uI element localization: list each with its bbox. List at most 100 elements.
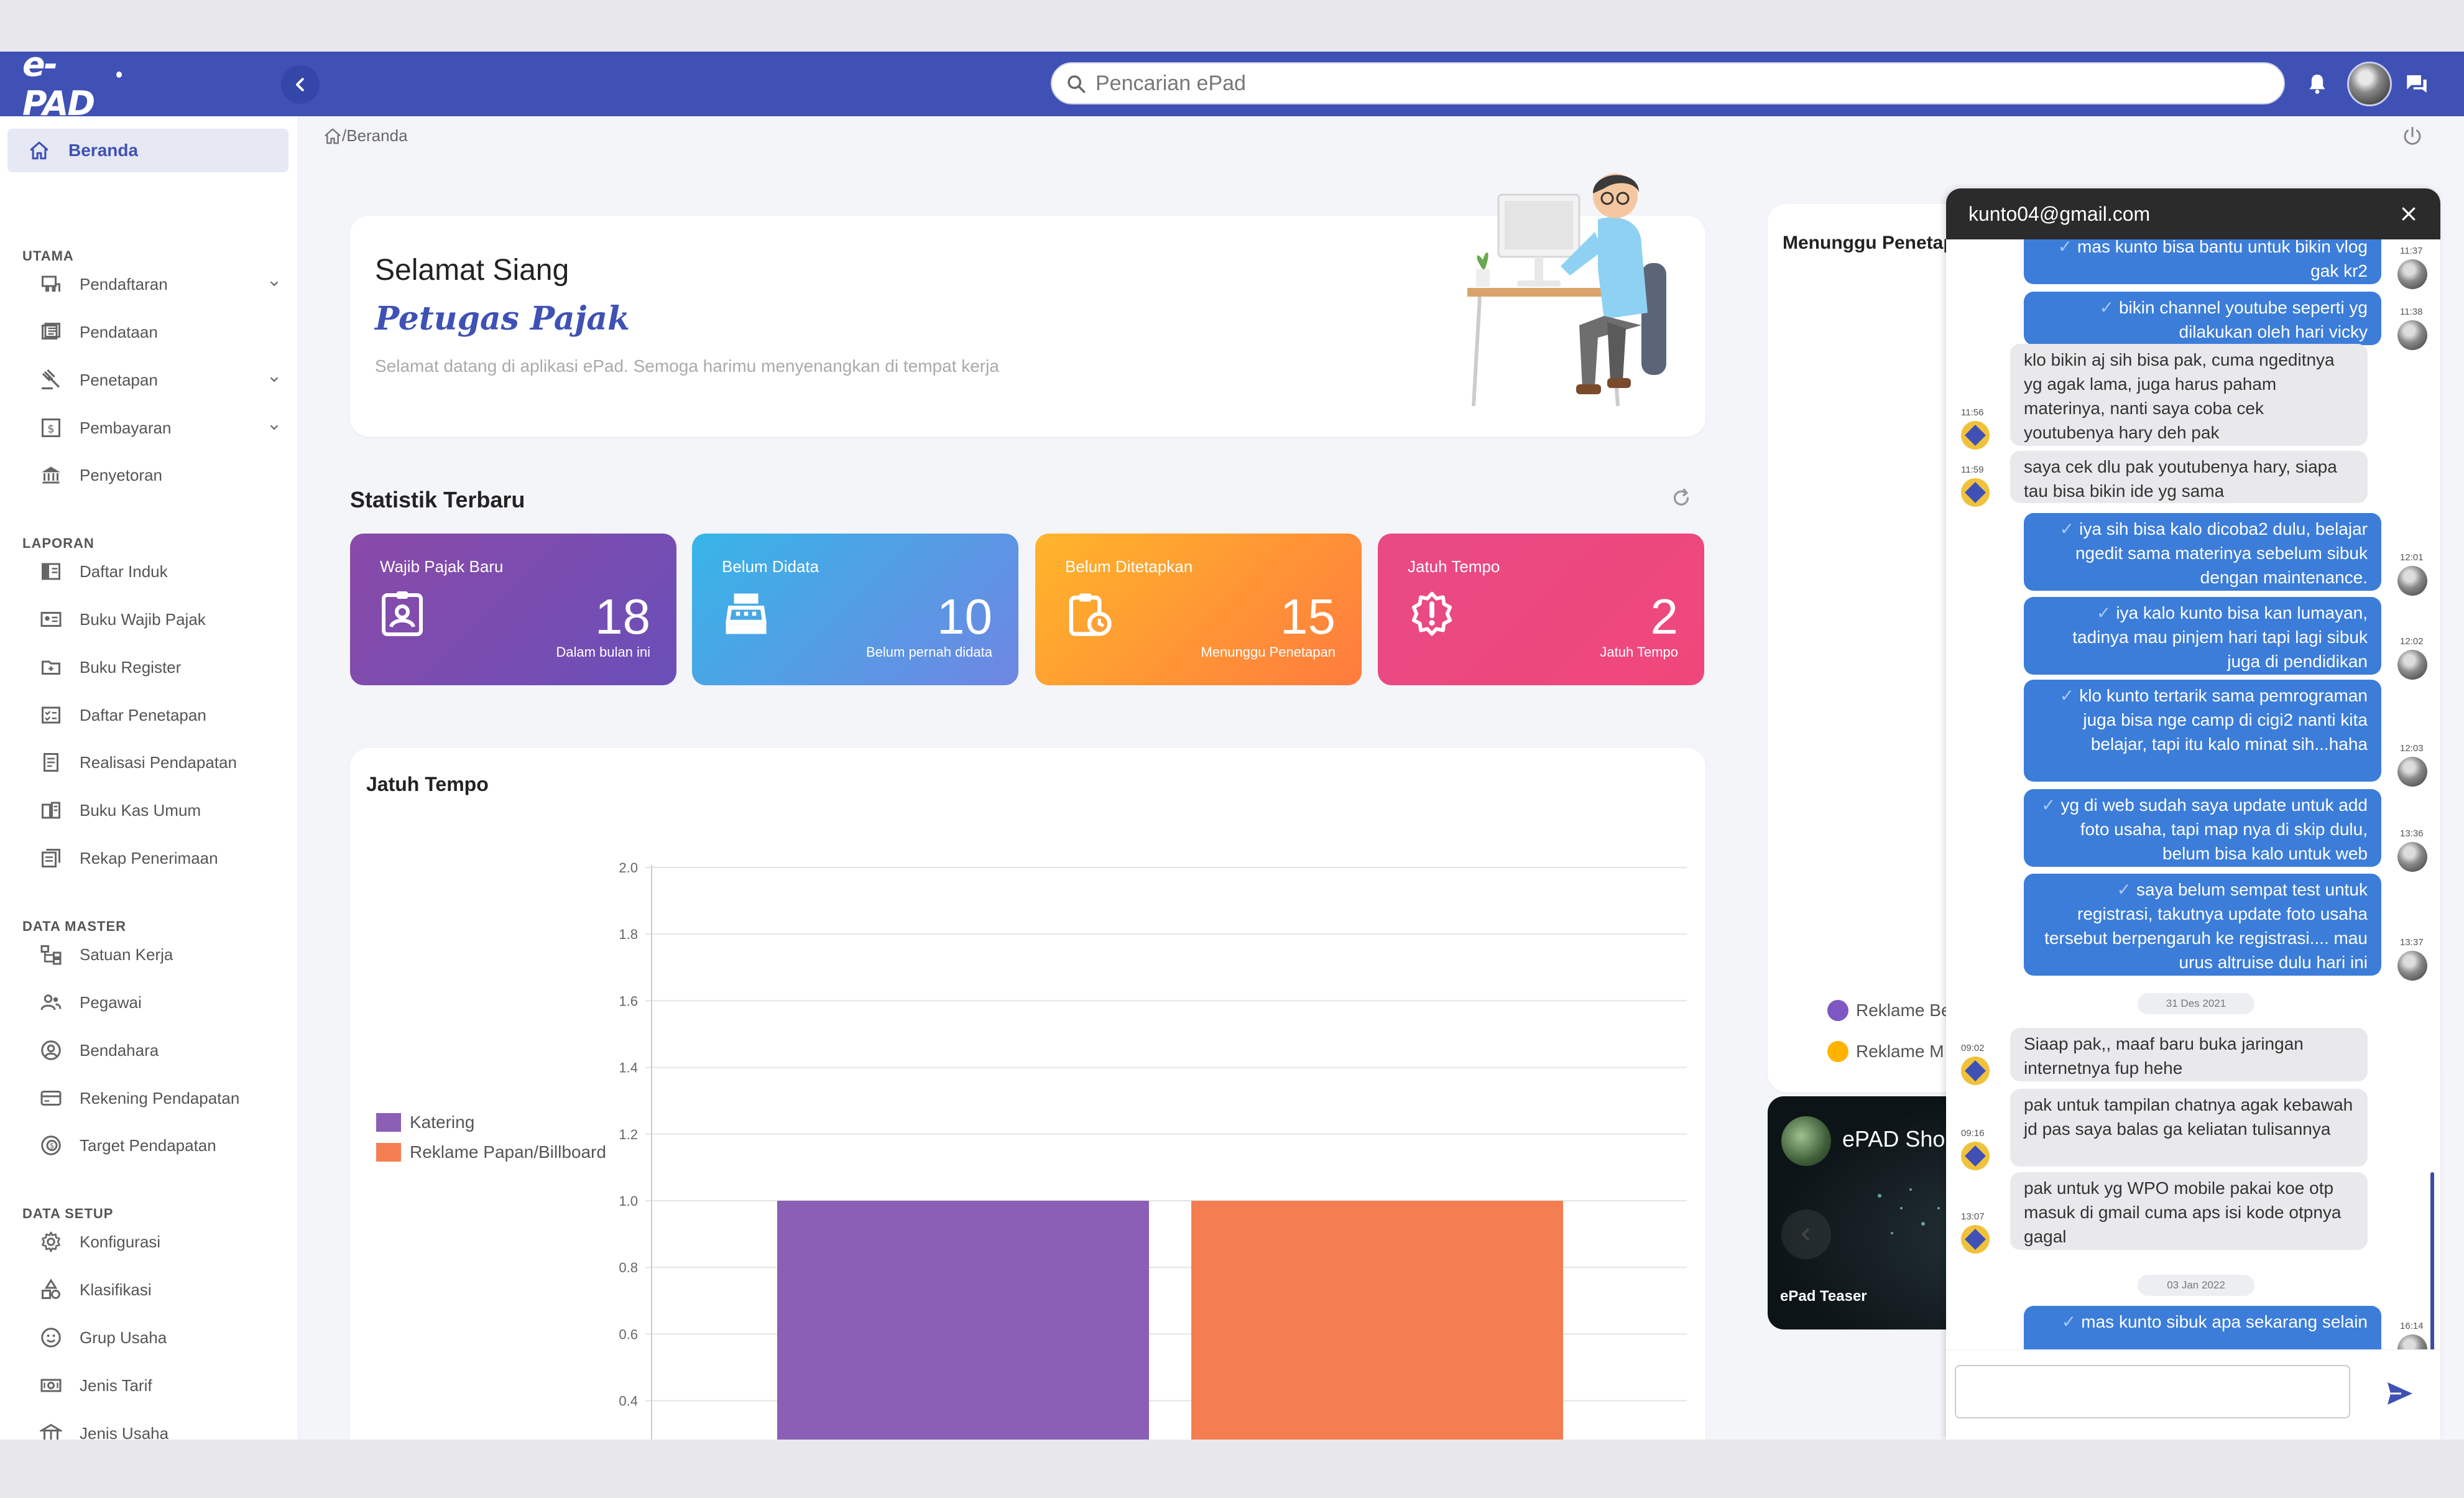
sidebar-item-label: Pegawai — [80, 992, 142, 1012]
id-card-icon — [40, 612, 62, 627]
contact-avatar — [1961, 1225, 1990, 1254]
chat-message-input[interactable] — [1955, 1365, 2350, 1418]
bar[interactable] — [1191, 1201, 1563, 1440]
bar[interactable] — [777, 1201, 1149, 1440]
incoming-message[interactable]: pak untuk tampilan chatnya agak kebawah … — [2010, 1089, 2368, 1167]
topbar: e-PAD — [0, 52, 2464, 123]
chevron-down-icon — [270, 377, 279, 382]
chevron-left-icon — [296, 78, 304, 91]
epad-logo[interactable]: e-PAD — [22, 52, 122, 123]
sidebar-item-jenis-tarif[interactable]: Jenis Tarif — [37, 1369, 286, 1402]
sidebar-item-penyetoran[interactable]: Penyetoran — [37, 459, 286, 491]
sidebar-item-rekening-pendapatan[interactable]: Rekening Pendapatan — [37, 1082, 286, 1114]
y-tick-label: 1.8 — [619, 927, 638, 942]
id-badge-icon — [382, 591, 423, 636]
jatuh-tempo-chart-card: Jatuh Tempo 0.2 0.4 0.6 0.8 1.0 1.2 1.4 1.6 1.8 2… — [350, 748, 1705, 1440]
sidebar-item-buku-wajib-pajak[interactable]: Buku Wajib Pajak — [37, 603, 286, 636]
incoming-message[interactable]: pak untuk yg WPO mobile pakai koe otp ma… — [2010, 1172, 2368, 1250]
stat-title: Jatuh Tempo — [1408, 557, 1500, 576]
sidebar-item-realisasi-pendapatan[interactable]: Realisasi Pendapatan — [37, 746, 286, 779]
search-input[interactable] — [1096, 71, 2284, 96]
building-icon — [40, 1423, 62, 1440]
sidebar-item-klasifikasi[interactable]: Klasifikasi — [37, 1274, 286, 1306]
outgoing-message[interactable]: ✓ iya sih bisa kalo dicoba2 dulu, belajar… — [2024, 513, 2381, 591]
y-tick-label: 0.4 — [619, 1394, 638, 1409]
outgoing-message[interactable]: ✓ saya belum sempat test untuk registrasi… — [2024, 874, 2381, 976]
sidebar-collapse-button[interactable] — [281, 65, 320, 104]
outgoing-message[interactable]: ✓ yg di web sudah saya update untuk add f… — [2024, 789, 2381, 867]
refresh-button[interactable] — [1670, 487, 1692, 512]
search-bar[interactable] — [1051, 62, 2285, 104]
chat-scrollbar[interactable] — [2430, 1172, 2434, 1349]
sidebar-item-beranda[interactable]: Beranda — [7, 129, 288, 172]
sidebar-item-label: Jenis Tarif — [80, 1375, 152, 1395]
sidebar-item-jenis-usaha[interactable]: Jenis Usaha — [37, 1417, 286, 1440]
legend-swatch — [376, 1143, 401, 1162]
sidebar-item-buku-register[interactable]: Buku Register — [37, 651, 286, 683]
message-time: 12:03 — [2400, 743, 2424, 754]
legend-item[interactable]: Reklame Be — [1827, 1000, 1951, 1021]
sidebar-item-label: Penyetoran — [80, 465, 162, 484]
outgoing-message[interactable]: ✓ klo kunto tertarik sama pemrograman jug… — [2024, 680, 2381, 782]
sidebar-item-grup-usaha[interactable]: Grup Usaha — [37, 1321, 286, 1354]
stat-card-belum-didata[interactable]: Belum Didata 10 Belum pernah didata — [692, 534, 1018, 685]
sidebar-item-satuan-kerja[interactable]: Satuan Kerja — [37, 938, 286, 971]
sender-avatar — [2397, 566, 2427, 596]
message-text: pak untuk tampilan chatnya agak kebawah … — [2024, 1095, 2353, 1139]
sidebar-item-pendaftaran[interactable]: Pendaftaran — [37, 268, 286, 300]
sidebar-item-pembayaran[interactable]: $ Pembayaran — [37, 412, 286, 444]
sidebar-item-buku-kas-umum[interactable]: Buku Kas Umum — [37, 794, 286, 826]
stat-card-jatuh-tempo[interactable]: Jatuh Tempo 2 Jatuh Tempo — [1378, 534, 1704, 685]
app-window: e-PAD Beranda UTAMA Pendaftaran — [0, 52, 2464, 1440]
outgoing-message[interactable]: ✓ mas kunto bisa bantu untuk bikin vlog g… — [2024, 239, 2381, 284]
sender-avatar — [2397, 951, 2427, 981]
sidebar-item-target-pendapatan[interactable]: $ Target Pendapatan — [37, 1129, 286, 1162]
message-time: 13:07 — [1961, 1211, 1985, 1222]
legend-label[interactable]: Reklame Papan/Billboard — [410, 1142, 606, 1162]
sidebar-item-penetapan[interactable]: Penetapan — [37, 364, 286, 396]
stat-card-wajib-pajak-baru[interactable]: Wajib Pajak Baru 18 Dalam bulan ini — [350, 534, 676, 685]
breadcrumb-current[interactable]: /Beranda — [342, 126, 408, 146]
sidebar-item-bendahara[interactable]: Bendahara — [37, 1034, 286, 1066]
chat-toggle-button[interactable] — [2397, 64, 2437, 104]
legend-label[interactable]: Katering — [410, 1112, 474, 1132]
logout-button[interactable] — [2401, 125, 2424, 150]
message-time: 09:02 — [1961, 1043, 1985, 1053]
outgoing-message[interactable]: ✓ bikin channel youtube seperti yg dilaku… — [2024, 292, 2381, 345]
gavel-icon — [41, 369, 60, 390]
incoming-message[interactable]: klo bikin aj sih bisa pak, cuma ngeditny… — [2010, 344, 2368, 446]
home-icon[interactable] — [323, 127, 342, 146]
sidebar-item-konfigurasi[interactable]: Konfigurasi — [37, 1226, 286, 1258]
money-target-icon: $ — [41, 1135, 61, 1155]
message-text: Siaap pak,, maaf baru buka jaringan inte… — [2024, 1034, 2304, 1078]
logo-text: e-PAD — [22, 52, 95, 123]
read-check-icon: ✓ — [2061, 1312, 2077, 1331]
legend-item[interactable]: Reklame M — [1827, 1041, 1944, 1062]
stat-value: 2 — [1650, 589, 1679, 644]
notification-button[interactable] — [2297, 64, 2337, 104]
sidebar-item-label: Target Pendapatan — [80, 1135, 216, 1155]
sidebar-item-daftar-induk[interactable]: Daftar Induk — [37, 555, 286, 588]
y-tick-label: 0.8 — [619, 1260, 638, 1275]
sender-avatar — [2397, 320, 2427, 350]
sender-avatar — [2397, 259, 2427, 289]
outgoing-message[interactable]: ✓ iya kalo kunto bisa kan lumayan, tadiny… — [2024, 597, 2381, 675]
outgoing-message[interactable]: ✓ mas kunto sibuk apa sekarang selain — [2024, 1306, 2381, 1349]
send-button[interactable] — [2381, 1375, 2419, 1412]
user-avatar[interactable] — [2347, 62, 2392, 106]
incoming-message[interactable]: saya cek dlu pak youtubenya hary, siapa … — [2010, 451, 2368, 503]
sidebar-item-daftar-penetapan[interactable]: Daftar Penetapan — [37, 699, 286, 731]
logo-dot — [116, 72, 122, 78]
chat-close-button[interactable] — [2394, 200, 2423, 228]
read-check-icon: ✓ — [2116, 880, 2132, 899]
video-previous-button[interactable] — [1781, 1209, 1831, 1259]
sidebar-item-pendataan[interactable]: Pendataan — [37, 316, 286, 348]
incoming-message[interactable]: Siaap pak,, maaf baru buka jaringan inte… — [2010, 1028, 2368, 1081]
y-tick-label: 0.6 — [619, 1326, 638, 1342]
stat-card-belum-ditetapkan[interactable]: Belum Ditetapkan 15 Menunggu Penetapan — [1035, 534, 1362, 685]
sidebar-item-rekap-penerimaan[interactable]: Rekap Penerimaan — [37, 842, 286, 874]
sidebar-item-pegawai[interactable]: Pegawai — [37, 986, 286, 1019]
smile-icon — [41, 1328, 61, 1348]
message-time: 11:59 — [1961, 465, 1984, 475]
sidebar-item-label: Pendataan — [80, 322, 158, 341]
